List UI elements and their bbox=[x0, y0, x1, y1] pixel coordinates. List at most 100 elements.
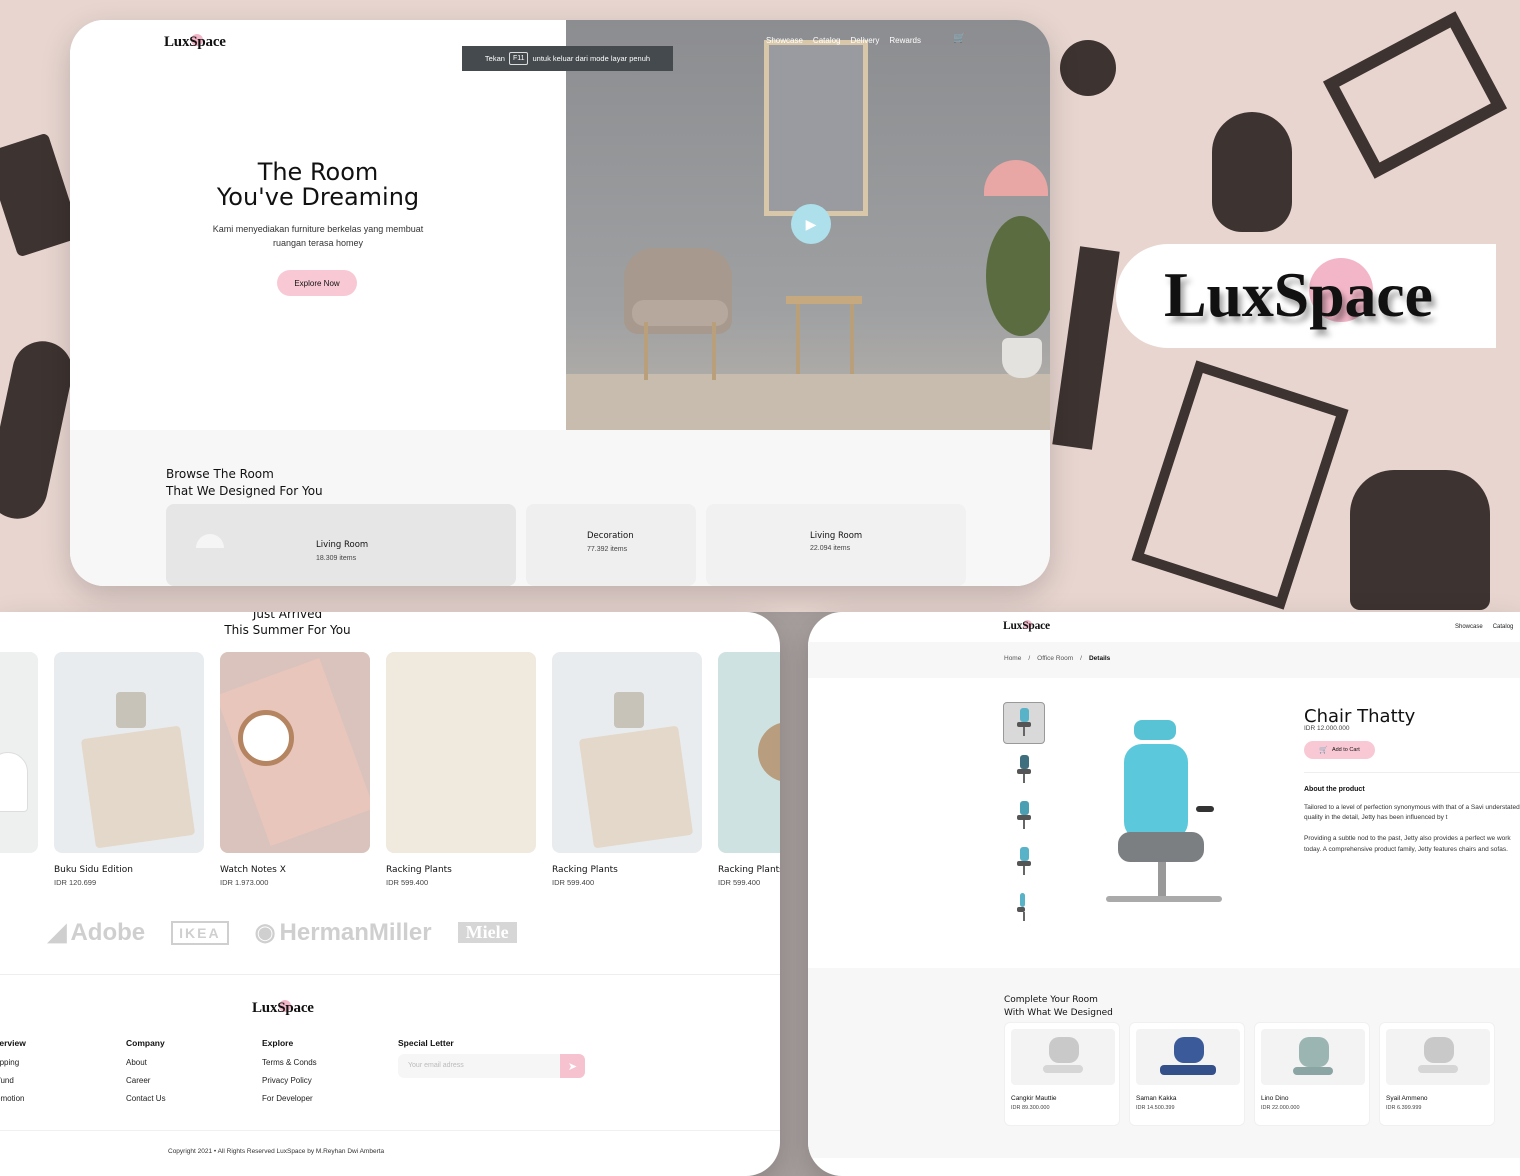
nav-showcase[interactable]: Showcase bbox=[1455, 624, 1483, 630]
headrest bbox=[1134, 720, 1176, 740]
ikea-logo: IKEA bbox=[171, 920, 229, 945]
chair-thumbnail bbox=[1015, 893, 1033, 923]
main-nav: Showcase Catalog bbox=[1455, 624, 1513, 630]
chair-seat bbox=[1160, 1065, 1216, 1075]
about-paragraph-1: Tailored to a level of perfection synony… bbox=[1304, 804, 1520, 821]
product-card[interactable]: Watch Notes X IDR 1.973.000 bbox=[220, 652, 370, 887]
wall-frame bbox=[764, 40, 868, 216]
copyright: Copyright 2021 • All Rights Reserved Lux… bbox=[168, 1148, 385, 1155]
gas-lift bbox=[1158, 862, 1166, 896]
related-product-card[interactable]: Lino Dino IDR 22.000.000 bbox=[1254, 1022, 1370, 1126]
fullscreen-notice: Tekan F11 untuk keluar dari mode layar p… bbox=[462, 46, 673, 71]
newsletter-email-input[interactable]: Your email adress bbox=[398, 1054, 560, 1078]
related-product-image bbox=[1136, 1029, 1240, 1085]
chair-back bbox=[1299, 1037, 1329, 1067]
add-to-cart-button[interactable]: 🛒 Add to Cart bbox=[1304, 741, 1375, 759]
table-leg bbox=[796, 304, 800, 374]
floor bbox=[566, 374, 1050, 430]
related-product-image bbox=[1386, 1029, 1490, 1085]
footer-col-company: Company About Career Contact Us bbox=[126, 1038, 166, 1103]
footer-link[interactable]: Privacy Policy bbox=[262, 1076, 317, 1085]
chair-back bbox=[1049, 1037, 1079, 1063]
footer-link[interactable]: Promotion bbox=[0, 1094, 26, 1103]
pot-shape bbox=[614, 692, 644, 728]
related-product-card[interactable]: Cangkir Mauttie IDR 89.300.000 bbox=[1004, 1022, 1120, 1126]
chair-thumbnail bbox=[1015, 755, 1033, 785]
hero-title: The Room You've Dreaming bbox=[216, 158, 420, 211]
chair-base bbox=[1106, 896, 1222, 902]
related-product-card[interactable]: Syail Ammeno IDR 6.399.999 bbox=[1379, 1022, 1495, 1126]
plant bbox=[986, 216, 1050, 336]
breadcrumb-office-room[interactable]: Office Room bbox=[1037, 655, 1073, 678]
product-card[interactable]: Buku Sidu Edition IDR 120.699 bbox=[54, 652, 204, 887]
thumbnail-4[interactable] bbox=[1003, 841, 1045, 883]
room-card-living-room-2[interactable]: Living Room 22.094 items bbox=[706, 504, 966, 586]
chair-leg bbox=[644, 322, 648, 380]
breadcrumb: Home / Office Room / Details bbox=[808, 642, 1520, 678]
footer-col-explore: Explore Terms & Conds Privacy Policy For… bbox=[262, 1038, 317, 1103]
product-image bbox=[718, 652, 780, 853]
nav-showcase[interactable]: Showcase bbox=[766, 36, 803, 45]
table-leg bbox=[850, 304, 854, 374]
watch-shape bbox=[238, 710, 294, 766]
related-product-image bbox=[1261, 1029, 1365, 1085]
footer-link[interactable]: Career bbox=[126, 1076, 166, 1085]
hero-left-panel: LuxSpace The Room You've Dreaming Kami m… bbox=[70, 20, 566, 430]
chair-leg bbox=[712, 322, 716, 380]
thumbnail-2[interactable] bbox=[1003, 749, 1045, 791]
nav-catalog[interactable]: Catalog bbox=[1493, 624, 1514, 630]
nav-delivery[interactable]: Delivery bbox=[851, 36, 880, 45]
product-main-image bbox=[1104, 720, 1226, 920]
thumbnail-5[interactable] bbox=[1003, 887, 1045, 929]
footer-link[interactable]: Contact Us bbox=[126, 1094, 166, 1103]
room-card-decoration[interactable]: Decoration 77.392 items bbox=[526, 504, 696, 586]
cart-icon[interactable]: 🛒 bbox=[953, 33, 965, 45]
thumbnail-3[interactable] bbox=[1003, 795, 1045, 837]
site-logo[interactable]: LuxSpace bbox=[1003, 620, 1050, 632]
browse-title: Browse The Room That We Designed For You bbox=[166, 467, 323, 498]
pendant-lamp bbox=[984, 160, 1048, 196]
footer-link[interactable]: For Developer bbox=[262, 1094, 317, 1103]
breadcrumb-home[interactable]: Home bbox=[1004, 655, 1021, 678]
send-icon[interactable]: ➤ bbox=[560, 1054, 585, 1078]
products-screenshot: Just Arrived This Summer For You Buku Si… bbox=[0, 612, 780, 1176]
just-arrived-title: Just Arrived This Summer For You bbox=[224, 612, 351, 637]
nav-rewards[interactable]: Rewards bbox=[889, 36, 921, 45]
product-card[interactable]: Racking Plants IDR 599.400 bbox=[552, 652, 702, 887]
footer-link[interactable]: Refund bbox=[0, 1076, 26, 1085]
chair-seat bbox=[1043, 1065, 1083, 1073]
notebook-shape bbox=[80, 725, 196, 849]
chair-back bbox=[1174, 1037, 1204, 1063]
about-title: About the product bbox=[1304, 786, 1365, 793]
footer-link[interactable]: Terms & Conds bbox=[262, 1058, 317, 1067]
thumbnail-1[interactable] bbox=[1003, 702, 1045, 744]
footer-link[interactable]: Shipping bbox=[0, 1058, 26, 1067]
chair-thumbnail bbox=[1015, 847, 1033, 877]
play-video-icon[interactable]: ▶ bbox=[791, 204, 831, 244]
lamp-shape bbox=[196, 534, 224, 548]
chair-seat bbox=[1418, 1065, 1458, 1073]
room-card-living-room[interactable]: Living Room 18.309 items bbox=[166, 504, 516, 586]
footer-link[interactable]: About bbox=[126, 1058, 166, 1067]
armrest bbox=[1196, 806, 1214, 812]
related-title: Complete Your Room With What We Designed bbox=[1004, 995, 1113, 1018]
product-price: IDR 12.000.000 bbox=[1304, 725, 1350, 732]
footer-col-overview: Overview Shipping Refund Promotion bbox=[0, 1038, 26, 1112]
main-nav: Showcase Catalog Delivery Rewards 🛒 bbox=[766, 33, 965, 45]
related-product-card[interactable]: Saman Kakka IDR 14.500.399 bbox=[1129, 1022, 1245, 1126]
hero-image: ▶ bbox=[566, 20, 1050, 430]
cart-icon: 🛒 bbox=[1319, 747, 1328, 754]
footer-logo[interactable]: LuxSpace bbox=[252, 1000, 314, 1017]
furniture-silhouette-icon bbox=[1060, 40, 1116, 96]
product-card[interactable]: Racking Plants IDR 599.400 bbox=[386, 652, 536, 887]
product-card[interactable]: Racking Plants IDR 599.400 bbox=[718, 652, 780, 887]
explore-now-button[interactable]: Explore Now bbox=[277, 270, 357, 296]
nav-catalog[interactable]: Catalog bbox=[813, 36, 841, 45]
f11-key: F11 bbox=[508, 52, 529, 65]
product-image bbox=[552, 652, 702, 853]
divider bbox=[1304, 772, 1520, 773]
seat bbox=[1118, 832, 1204, 862]
site-logo[interactable]: LuxSpace bbox=[164, 34, 226, 51]
product-card-partial[interactable] bbox=[0, 652, 38, 853]
chair-thumbnail bbox=[1015, 801, 1033, 831]
